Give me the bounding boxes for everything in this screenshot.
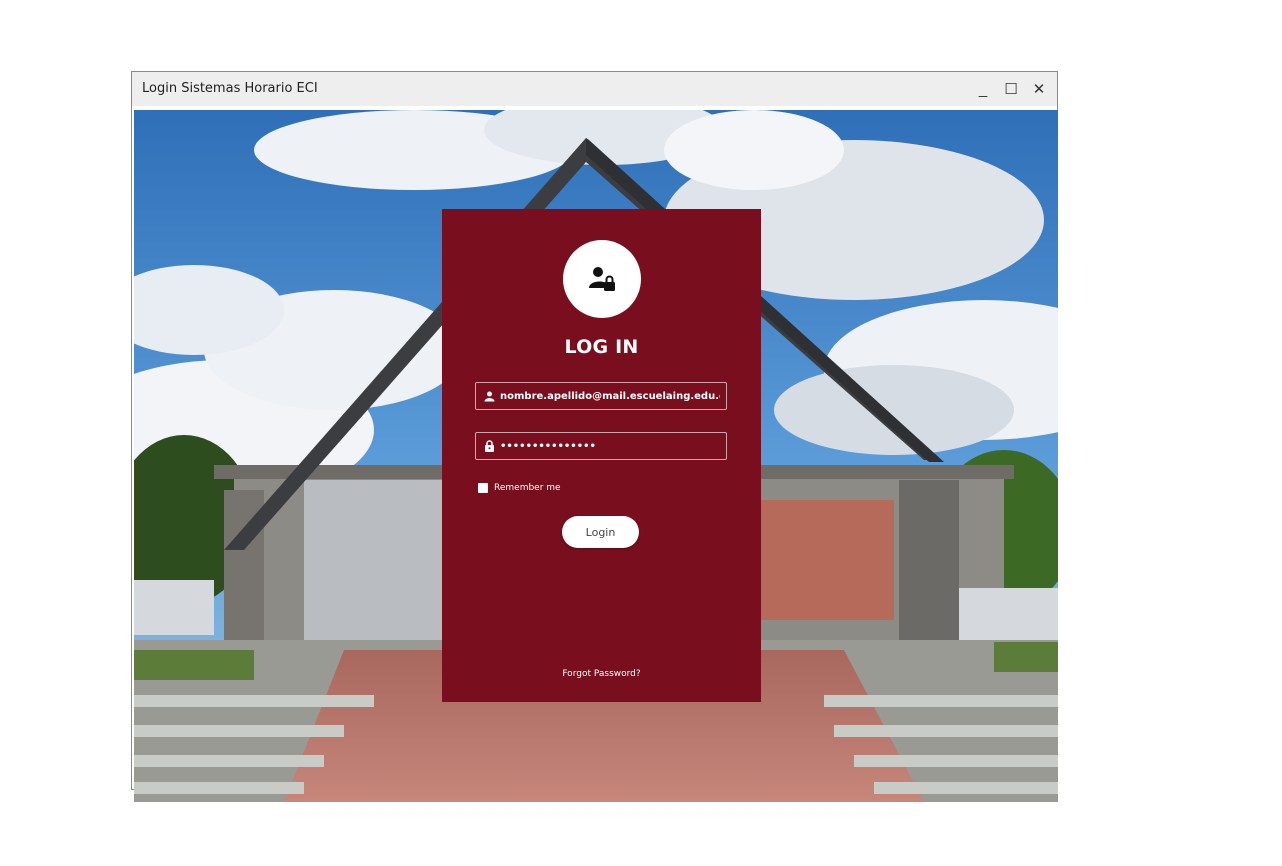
username-input[interactable]	[498, 390, 720, 402]
maximize-button[interactable]: ☐	[999, 78, 1023, 100]
remember-checkbox[interactable]	[478, 483, 488, 493]
login-heading: LOG IN	[564, 336, 639, 358]
login-button[interactable]: Login	[562, 516, 639, 548]
campus-background-image: LOG IN Remember me	[134, 110, 1058, 802]
forgot-password-link[interactable]: Forgot Password?	[442, 669, 761, 679]
avatar	[563, 240, 641, 318]
minimize-button[interactable]: _	[971, 78, 995, 100]
window-title: Login Sistemas Horario ECI	[142, 81, 318, 96]
close-button[interactable]: ✕	[1027, 78, 1051, 100]
title-bar[interactable]: Login Sistemas Horario ECI _ ☐ ✕	[132, 72, 1057, 106]
user-lock-icon	[589, 267, 615, 291]
remember-label: Remember me	[494, 483, 561, 493]
username-field[interactable]	[475, 382, 727, 410]
lock-icon	[480, 440, 498, 452]
password-input[interactable]	[498, 440, 720, 452]
user-icon	[480, 391, 498, 402]
password-field[interactable]	[475, 432, 727, 460]
login-card: LOG IN Remember me	[442, 209, 761, 702]
remember-me[interactable]: Remember me	[478, 483, 561, 493]
